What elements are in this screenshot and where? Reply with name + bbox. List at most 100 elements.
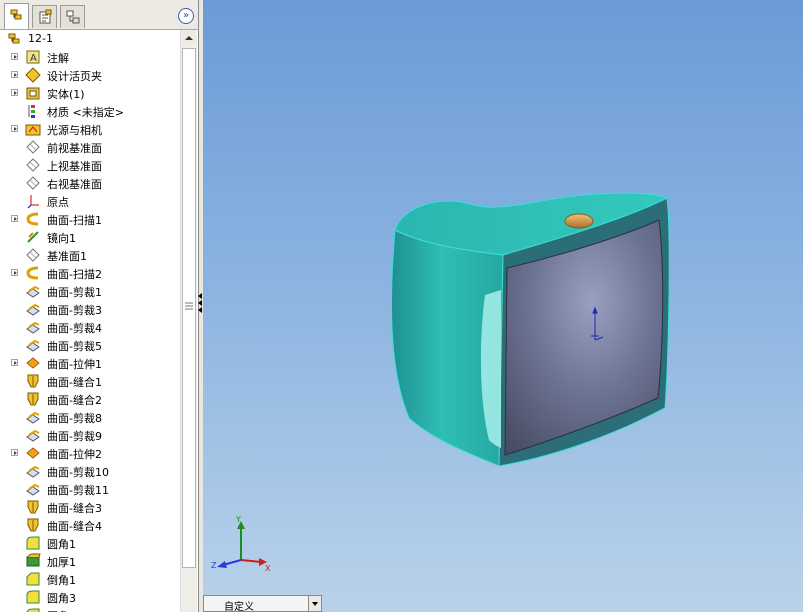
tree-item[interactable]: 曲面-缝合1 xyxy=(0,372,178,390)
tree-item[interactable]: 上视基准面 xyxy=(0,156,178,174)
tree-item[interactable]: 圆角3 xyxy=(0,588,178,606)
plane-icon xyxy=(26,176,40,190)
tab-property-manager[interactable] xyxy=(32,5,57,28)
scroll-up-button[interactable] xyxy=(182,31,196,45)
thicken-icon xyxy=(26,553,41,567)
part-icon xyxy=(8,33,20,44)
tree-item[interactable]: A 注解 xyxy=(0,48,178,66)
tree-item-label: 镜向1 xyxy=(47,232,76,245)
design-binder-icon xyxy=(25,67,41,83)
tree-item[interactable]: 材质 <未指定> xyxy=(0,102,178,120)
tree-scrollbar[interactable] xyxy=(180,30,197,612)
tree-item[interactable]: 曲面-扫描1 xyxy=(0,210,178,228)
tree-item-label: 曲面-缝合4 xyxy=(47,520,102,533)
graphics-viewport[interactable]: Y X Z xyxy=(203,0,803,612)
tree-item[interactable]: 镜向1 xyxy=(0,228,178,246)
tree-item[interactable]: 曲面-剪裁3 xyxy=(0,300,178,318)
plane-icon xyxy=(26,140,40,154)
property-manager-icon xyxy=(39,9,52,24)
tree-item[interactable]: 圆角1 xyxy=(0,534,178,552)
tree-item[interactable]: 曲面-拉伸1 xyxy=(0,354,178,372)
expand-toggle-icon[interactable] xyxy=(11,89,18,96)
tree-item-label: 原点 xyxy=(47,196,69,209)
surface-knit-icon xyxy=(27,374,39,388)
surface-trim-icon xyxy=(26,339,40,352)
tab-configuration-manager[interactable] xyxy=(60,5,85,28)
tree-item[interactable]: 光源与相机 xyxy=(0,120,178,138)
tree-item-label: 曲面-扫描2 xyxy=(47,268,102,281)
tree-item[interactable]: 原点 xyxy=(0,192,178,210)
tree-item-label: 基准面1 xyxy=(47,250,87,263)
tree-item-label: 加厚1 xyxy=(47,556,76,569)
dropdown-arrow-icon[interactable] xyxy=(308,596,321,611)
surface-knit-icon xyxy=(27,500,39,514)
surface-trim-icon xyxy=(26,483,40,496)
view-selector-value: 自定义 xyxy=(224,602,254,613)
tree-item[interactable]: 曲面-扫描2 xyxy=(0,264,178,282)
tree-item[interactable]: 基准面1 xyxy=(0,246,178,264)
expand-toggle-icon[interactable] xyxy=(11,53,18,60)
surface-trim-icon xyxy=(26,411,40,424)
origin-icon xyxy=(27,195,39,209)
feature-tree: 12-1 A 注解设计活页夹 实体(1) 材质 <未指定> 光源与相机 前视基准面 上视基准… xyxy=(0,30,180,612)
view-selector[interactable]: 自定义 xyxy=(203,595,322,613)
tree-item[interactable]: 曲面-缝合4 xyxy=(0,516,178,534)
plane-icon xyxy=(26,248,40,262)
tree-item[interactable]: 设计活页夹 xyxy=(0,66,178,84)
triad-y-label: Y xyxy=(235,515,241,524)
tree-item[interactable]: 加厚1 xyxy=(0,552,178,570)
surface-knit-icon xyxy=(27,518,39,532)
tree-item-label: 曲面-缝合3 xyxy=(47,502,102,515)
tree-item-label: 材质 <未指定> xyxy=(47,106,124,119)
tab-feature-manager[interactable] xyxy=(4,3,29,29)
fillet-icon xyxy=(26,536,40,550)
surface-knit-icon xyxy=(27,392,39,406)
surface-trim-icon xyxy=(26,321,40,334)
expand-toggle-icon[interactable] xyxy=(11,215,18,222)
panel-tabs: » xyxy=(0,0,198,30)
tree-item[interactable]: 右视基准面 xyxy=(0,174,178,192)
tree-item[interactable]: 曲面-剪裁5 xyxy=(0,336,178,354)
triad-x-label: X xyxy=(265,564,271,573)
expand-toggle-icon[interactable] xyxy=(11,269,18,276)
expand-toggle-icon[interactable] xyxy=(11,71,18,78)
tree-item[interactable]: 曲面-剪裁9 xyxy=(0,426,178,444)
tree-item-label: 曲面-剪裁10 xyxy=(47,466,109,479)
tree-item[interactable]: 曲面-剪裁1 xyxy=(0,282,178,300)
tree-item[interactable]: 实体(1) xyxy=(0,84,178,102)
tree-item-label: 曲面-拉伸1 xyxy=(47,358,102,371)
tree-item-label: 光源与相机 xyxy=(47,124,102,137)
tree-item[interactable]: 圆角4 xyxy=(0,606,178,612)
tree-root[interactable]: 12-1 xyxy=(0,30,178,48)
tree-item-label: 曲面-缝合1 xyxy=(47,376,102,389)
tree-item-label: 曲面-剪裁8 xyxy=(47,412,102,425)
tree-item[interactable]: 曲面-剪裁10 xyxy=(0,462,178,480)
tree-item[interactable]: 曲面-剪裁4 xyxy=(0,318,178,336)
tree-item-label: 曲面-剪裁5 xyxy=(47,340,102,353)
tree-item[interactable]: 曲面-剪裁11 xyxy=(0,480,178,498)
tree-item-label: 设计活页夹 xyxy=(47,70,102,83)
tree-item-label: 曲面-剪裁1 xyxy=(47,286,102,299)
tree-item-label: 曲面-拉伸2 xyxy=(47,448,102,461)
tree-item-label: 圆角4 xyxy=(47,608,76,612)
reference-triad: Y X Z xyxy=(211,515,271,573)
expand-toggle-icon[interactable] xyxy=(11,359,18,366)
tree-item-label: 曲面-剪裁3 xyxy=(47,304,102,317)
expand-toggle-icon[interactable] xyxy=(11,125,18,132)
tree-item[interactable]: 曲面-剪裁8 xyxy=(0,408,178,426)
scroll-thumb[interactable] xyxy=(182,48,196,568)
surface-extrude-icon xyxy=(26,357,40,369)
tree-item-label: 曲面-剪裁4 xyxy=(47,322,102,335)
expand-toggle-icon[interactable] xyxy=(11,449,18,456)
solid-bodies-icon xyxy=(26,87,40,100)
tree-item[interactable]: 曲面-缝合2 xyxy=(0,390,178,408)
model-knob xyxy=(564,213,594,229)
tree-item[interactable]: 曲面-拉伸2 xyxy=(0,444,178,462)
tree-item[interactable]: 曲面-缝合3 xyxy=(0,498,178,516)
tree-item[interactable]: 倒角1 xyxy=(0,570,178,588)
triad-z-label: Z xyxy=(211,561,217,570)
tree-item-label: 曲面-剪裁9 xyxy=(47,430,102,443)
tree-item[interactable]: 前视基准面 xyxy=(0,138,178,156)
surface-trim-icon xyxy=(26,303,40,316)
collapse-panel-button[interactable]: » xyxy=(178,8,194,24)
